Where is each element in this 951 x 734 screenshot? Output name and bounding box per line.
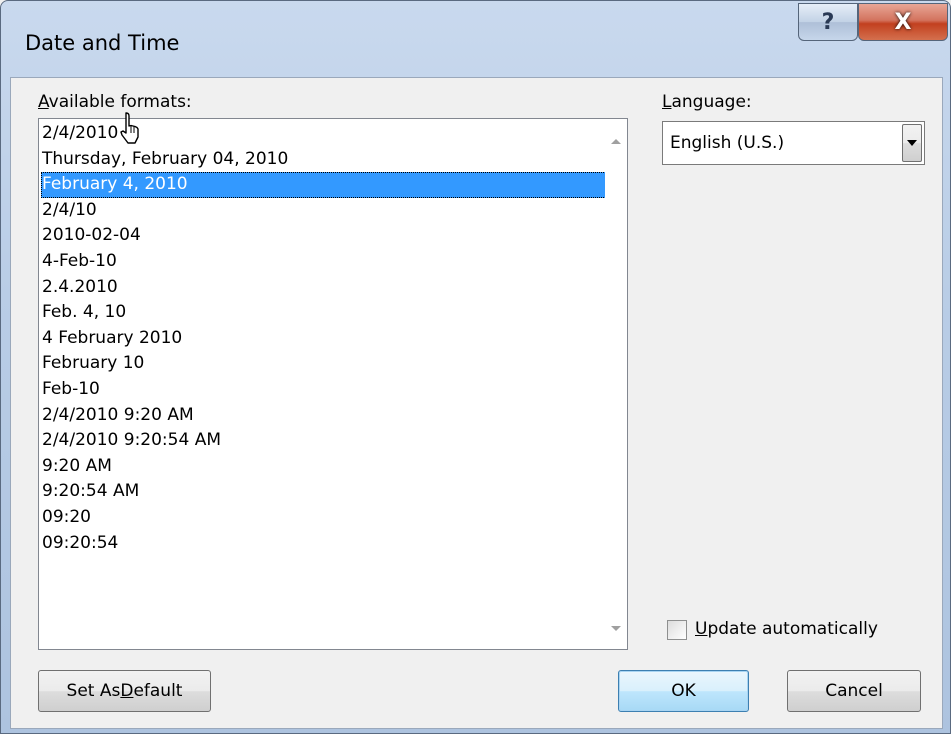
set-as-default-button[interactable]: Set As Default (38, 670, 211, 712)
close-button[interactable]: X (858, 3, 948, 41)
close-icon: X (894, 9, 912, 35)
list-item[interactable]: Feb. 4, 10 (41, 300, 606, 326)
list-item[interactable]: 09:20:54 (41, 531, 606, 557)
scroll-down-icon[interactable] (611, 626, 621, 631)
list-item[interactable]: 4-Feb-10 (41, 249, 606, 275)
list-item[interactable]: 2/4/2010 9:20 AM (41, 403, 606, 429)
help-button[interactable]: ? (798, 3, 858, 41)
mouse-pointer-icon (120, 112, 139, 144)
title-bar[interactable]: Date and Time ? X (1, 1, 950, 77)
list-item[interactable]: Thursday, February 04, 2010 (41, 147, 606, 173)
list-item[interactable]: 09:20 (41, 505, 606, 531)
list-item[interactable]: 9:20:54 AM (41, 479, 606, 505)
list-item[interactable]: 9:20 AM (41, 454, 606, 480)
chevron-down-icon (907, 140, 917, 146)
list-item[interactable]: 2/4/2010 9:20:54 AM (41, 428, 606, 454)
list-item[interactable]: 2.4.2010 (41, 275, 606, 301)
question-mark-icon: ? (821, 9, 835, 35)
list-item[interactable]: 2010-02-04 (41, 223, 606, 249)
scroll-up-icon[interactable] (611, 139, 621, 144)
dialog-body: Available formats: 2/4/2010 Thursday, Feb… (10, 77, 943, 729)
cancel-button[interactable]: Cancel (787, 670, 921, 712)
list-item-selected[interactable]: February 4, 2010 (41, 172, 606, 198)
language-value: English (U.S.) (670, 133, 785, 153)
list-item[interactable]: February 10 (41, 351, 606, 377)
available-formats-label: Available formats: (38, 92, 192, 112)
ok-button[interactable]: OK (618, 670, 749, 712)
formats-scrollbar[interactable] (605, 119, 627, 649)
window-title: Date and Time (25, 31, 180, 55)
list-item[interactable]: 4 February 2010 (41, 326, 606, 352)
formats-listbox[interactable]: 2/4/2010 Thursday, February 04, 2010 Febru… (38, 118, 628, 650)
update-automatically-label[interactable]: Update automatically (695, 619, 878, 639)
language-dropdown-button[interactable] (902, 124, 922, 162)
update-automatically-checkbox[interactable] (667, 620, 687, 640)
date-time-dialog: Date and Time ? X Available formats: 2/4… (0, 0, 951, 734)
list-item[interactable]: 2/4/10 (41, 198, 606, 224)
list-item[interactable]: Feb-10 (41, 377, 606, 403)
language-label: Language: (662, 92, 752, 112)
formats-list: 2/4/2010 Thursday, February 04, 2010 Febru… (41, 121, 606, 556)
language-select[interactable]: English (U.S.) (662, 121, 925, 165)
